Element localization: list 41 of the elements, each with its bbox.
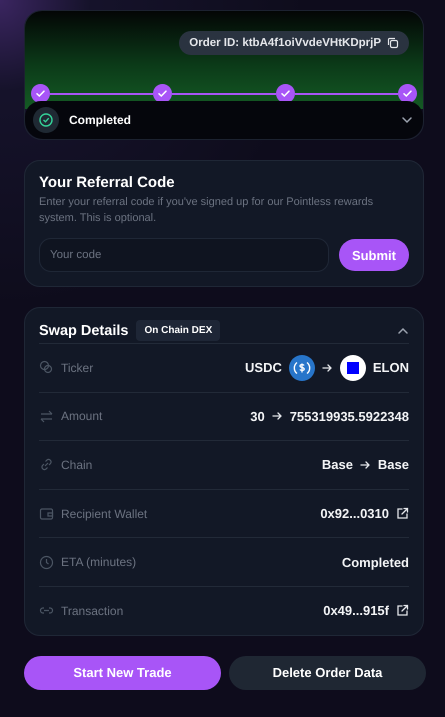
delete-data-button[interactable]: Delete Order Data — [229, 656, 426, 690]
value-text: Base — [378, 457, 409, 472]
link-icon — [39, 457, 54, 472]
referral-code-field[interactable]: Your code — [39, 238, 329, 272]
row-label: Chain — [61, 458, 92, 472]
token-symbol: ELON — [372, 360, 409, 376]
value-text: 755319935.5922348 — [290, 408, 409, 424]
token-logo-icon — [340, 354, 366, 381]
swap-details-title: Swap Details — [39, 322, 128, 338]
coins-icon — [39, 360, 54, 376]
external-link-icon[interactable] — [396, 507, 409, 520]
row-label: Transaction — [61, 604, 124, 618]
value-text: Base — [322, 457, 353, 472]
start-trade-button[interactable]: Start New Trade — [24, 656, 221, 690]
address-link[interactable]: 0x92...0310 — [320, 506, 389, 522]
dex-badge: On Chain DEX — [136, 320, 220, 341]
submit-button[interactable]: Submit — [338, 239, 409, 271]
swap-arrows-icon — [39, 408, 54, 424]
referral-description: Enter your referral code if you've signed up for our Pointless rewards system. This is optional. — [39, 195, 374, 226]
copy-icon[interactable] — [387, 37, 399, 49]
external-link-icon[interactable] — [396, 604, 409, 618]
row-label: Recipient Wallet — [61, 506, 148, 521]
check-circle-icon — [33, 107, 59, 133]
usdc-coin-icon — [288, 354, 315, 381]
address-link[interactable]: 0x49...915f — [323, 603, 389, 618]
referral-title: Your Referral Code — [39, 174, 176, 191]
row-label: Ticker — [61, 360, 94, 375]
row-label: ETA (minutes) — [61, 555, 136, 570]
wallet-icon — [39, 506, 54, 522]
value-text: Completed — [342, 554, 409, 570]
token-symbol: USDC — [245, 360, 282, 376]
clock-icon — [39, 554, 54, 570]
arrow-icon — [272, 411, 283, 422]
order-id-text: Order ID: ktbA4f1oiVvdeVHtKDprjP — [189, 37, 381, 49]
value-text: 30 — [250, 408, 265, 424]
status-text: Completed — [69, 113, 132, 127]
status-bar[interactable]: Completed — [25, 101, 423, 139]
row-label: Amount — [61, 409, 102, 424]
order-id-badge[interactable]: Order ID: ktbA4f1oiVvdeVHtKDprjP — [179, 31, 409, 55]
arrow-icon — [322, 362, 333, 373]
arrow-icon — [360, 460, 371, 470]
